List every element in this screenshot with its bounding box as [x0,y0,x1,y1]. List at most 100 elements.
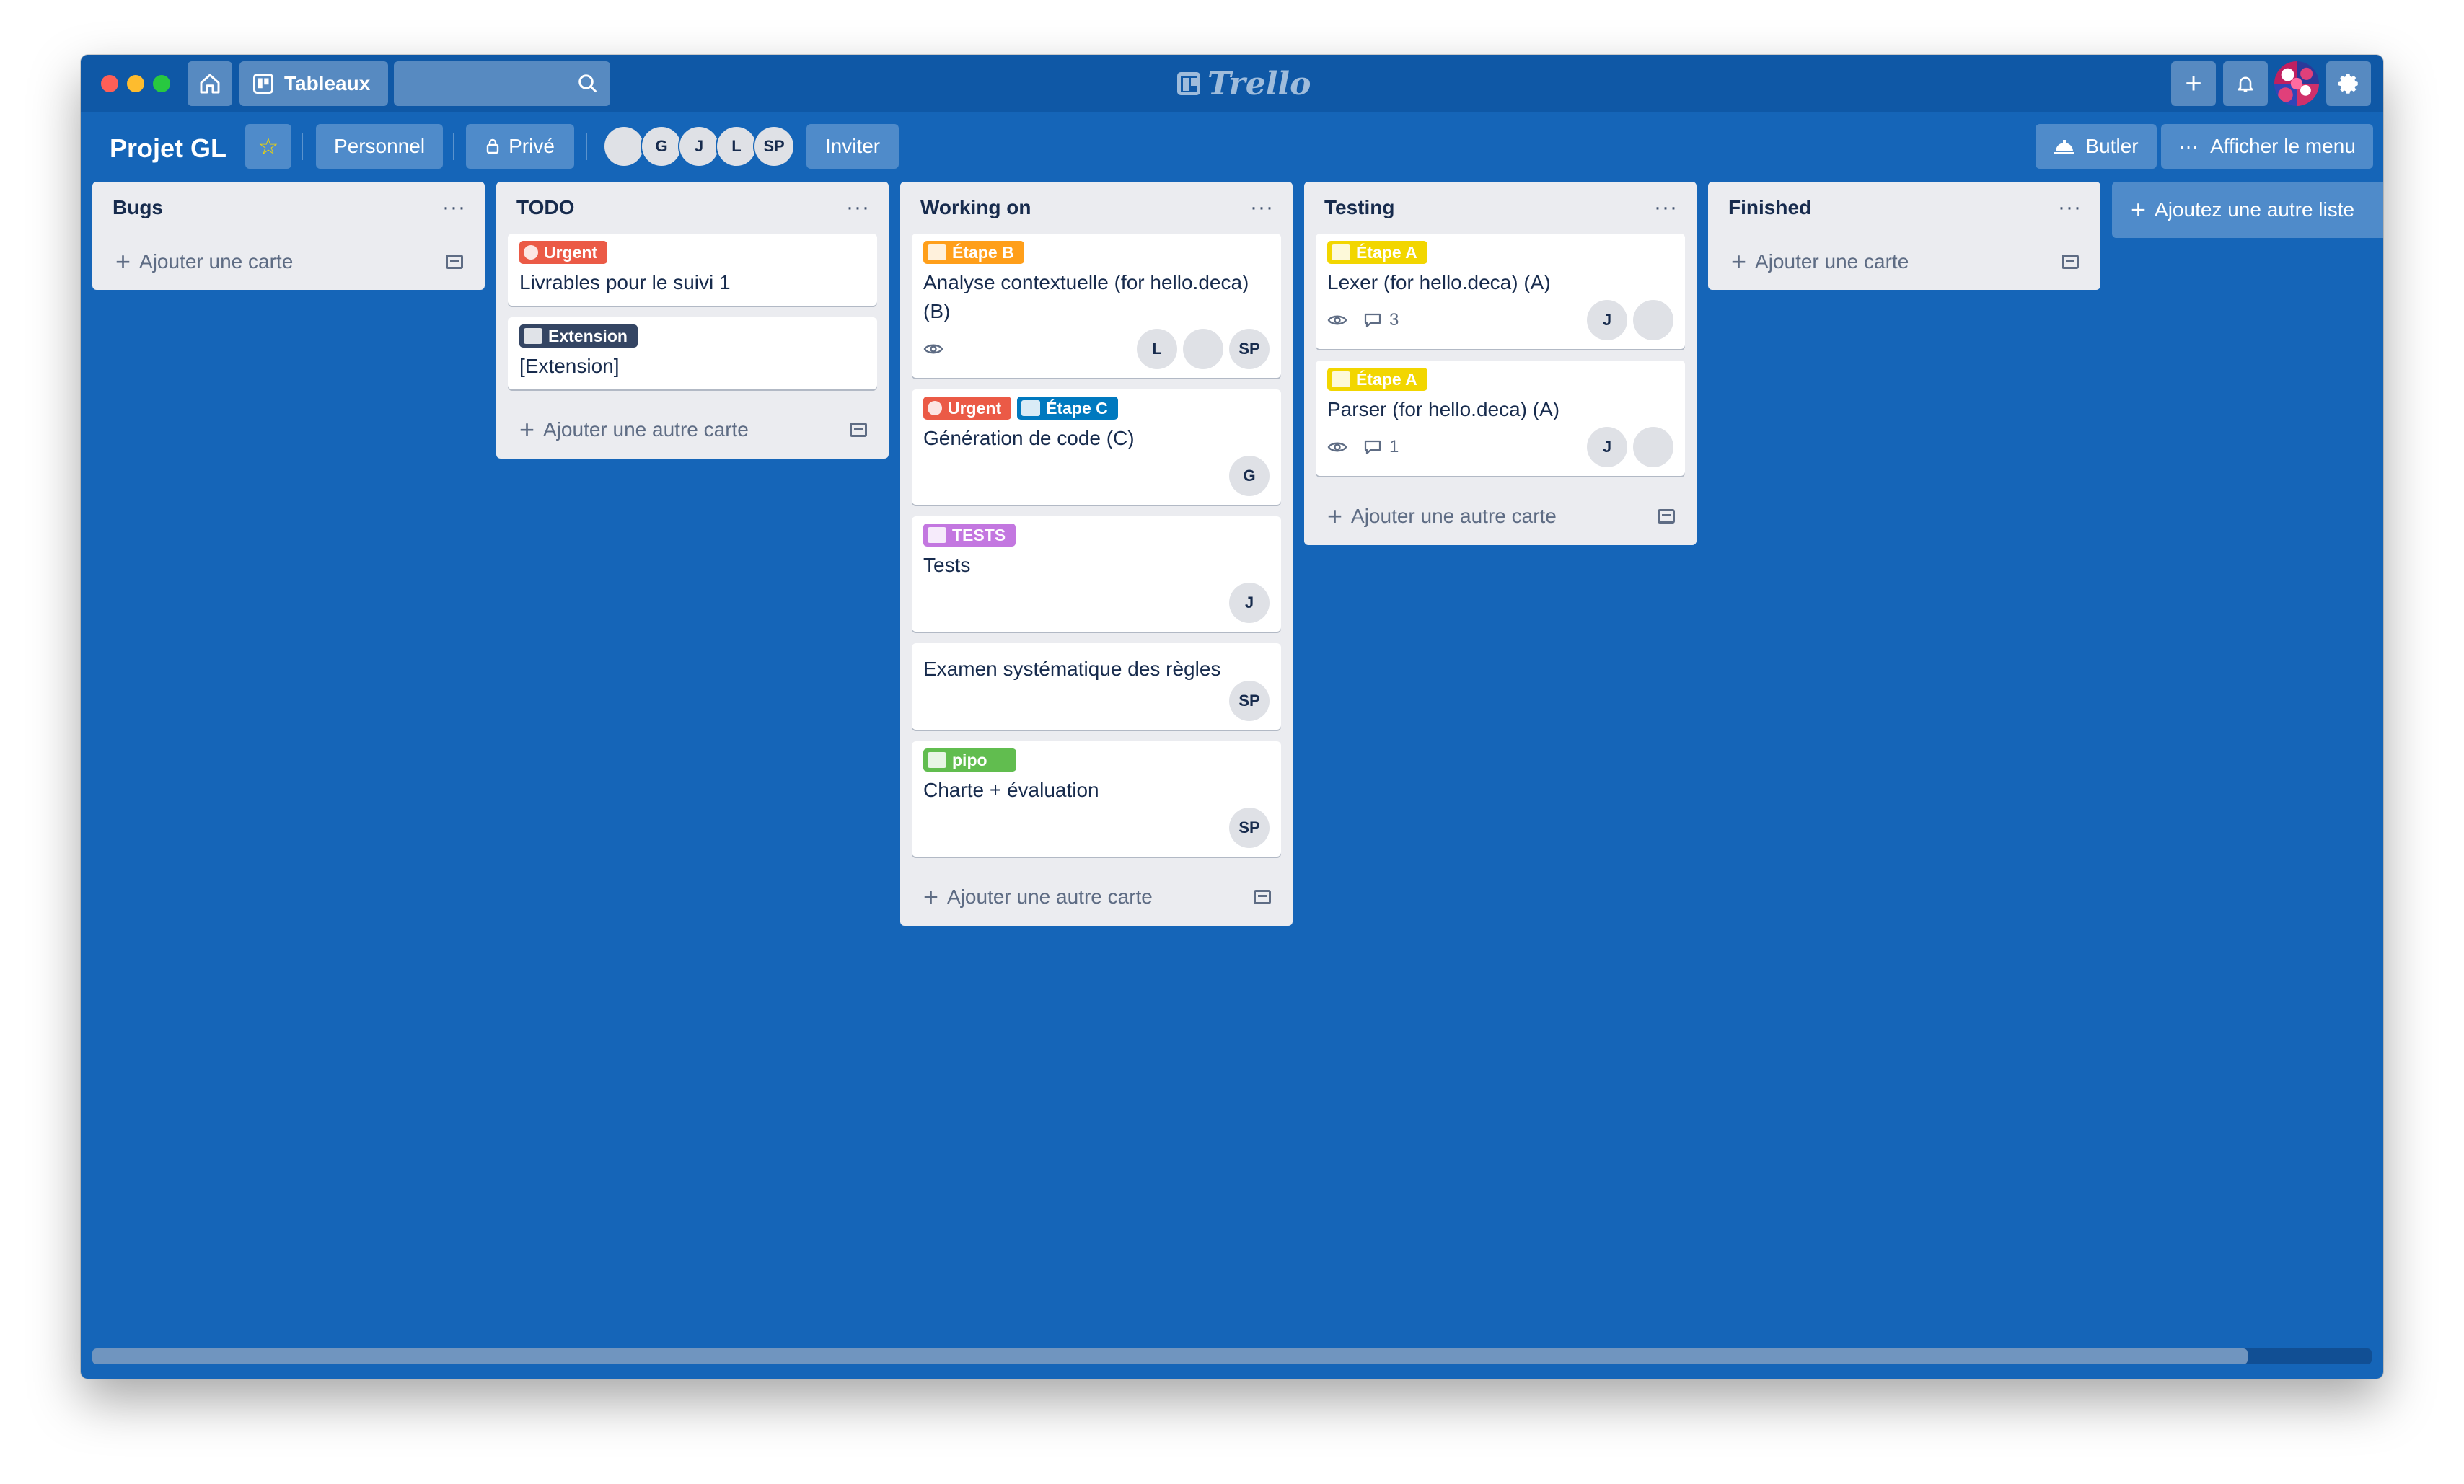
trello-logo[interactable]: Trello [1177,65,1311,102]
list-finished: Finished ··· + Ajouter une carte [1708,182,2100,290]
card[interactable]: Étape B Analyse contextuelle (for hello.… [912,234,1281,378]
bell-icon [2238,76,2253,92]
card-template-icon[interactable] [2062,255,2079,269]
card-title: Analyse contextuelle (for hello.deca) (B… [923,271,1249,322]
card[interactable]: TESTS Tests J [912,516,1281,632]
star-board-button[interactable]: ☆ [245,124,291,169]
board-member-g[interactable]: G [641,125,682,167]
card-member-sp[interactable]: SP [1229,329,1270,369]
list-title[interactable]: Testing [1324,196,1394,219]
user-avatar[interactable] [2274,61,2319,106]
card-title: Examen systématique des règles [923,658,1221,680]
card-member-g[interactable]: G [1229,456,1270,496]
add-card-button[interactable]: + Ajouter une autre carte [1316,487,1685,545]
add-card-label: Ajouter une carte [139,250,294,273]
label-pattern-icon [1332,244,1350,260]
more-icon: ··· [2178,135,2199,157]
butler-button[interactable]: Butler [2036,124,2157,169]
list-menu-button[interactable]: ··· [846,195,870,220]
label-etape-b[interactable]: Étape B [923,241,1024,264]
settings-icon [2338,74,2358,94]
label-text: Extension [548,326,628,345]
card-member-avatar[interactable] [1183,329,1223,369]
card-member-avatar[interactable] [1633,427,1673,467]
show-menu-button[interactable]: ··· Afficher le menu [2161,124,2373,169]
list-menu-button[interactable]: ··· [2058,195,2082,220]
label-text: Étape B [952,242,1014,262]
label-tests[interactable]: TESTS [923,524,1016,547]
card-title: Lexer (for hello.deca) (A) [1327,271,1551,293]
card-member-j[interactable]: J [1587,427,1627,467]
list-menu-button[interactable]: ··· [1654,195,1678,220]
comment-count: 3 [1389,310,1399,330]
visibility-button[interactable]: Privé [466,124,574,169]
board-member-sp[interactable]: SP [753,125,795,167]
card-member-avatar[interactable] [1633,300,1673,340]
plus-icon: + [519,415,535,444]
board-member-j[interactable]: J [678,125,720,167]
card-member-j[interactable]: J [1587,300,1627,340]
minimize-window-button[interactable] [127,75,144,92]
board-title[interactable]: Projet GL [110,130,226,167]
label-pipo[interactable]: pipo [923,748,1016,772]
card-template-icon[interactable] [446,255,463,269]
card-member-l[interactable]: L [1137,329,1177,369]
add-list-button[interactable]: + Ajoutez une autre liste [2112,182,2383,238]
list-menu-button[interactable]: ··· [1250,195,1274,220]
card[interactable]: pipo Charte + évaluation SP [912,741,1281,857]
butler-bell-icon [2054,140,2075,154]
label-urgent[interactable]: Urgent [519,241,608,264]
label-text: TESTS [952,525,1006,544]
scrollbar-thumb[interactable] [92,1348,2248,1364]
search-input[interactable] [394,61,610,106]
horizontal-scrollbar[interactable] [92,1348,2372,1364]
settings-button[interactable] [2326,61,2371,106]
create-button[interactable]: + [2171,61,2216,106]
label-etape-a[interactable]: Étape A [1327,241,1427,264]
card[interactable]: Examen systématique des règles SP [912,643,1281,730]
add-card-button[interactable]: + Ajouter une autre carte [508,401,877,459]
card-member-sp[interactable]: SP [1229,808,1270,848]
label-etape-a[interactable]: Étape A [1327,368,1427,391]
list-menu-button[interactable]: ··· [442,195,466,220]
card-member-j[interactable]: J [1229,583,1270,623]
add-card-button[interactable]: + Ajouter une autre carte [912,868,1281,926]
card[interactable]: Étape A Lexer (for hello.deca) (A) 3 J [1316,234,1685,349]
notifications-button[interactable] [2223,61,2268,106]
label-extension[interactable]: Extension [519,324,638,348]
board-member-l[interactable]: L [716,125,757,167]
plus-icon: + [1327,501,1343,531]
card-members: L SP [1137,329,1270,369]
list-title[interactable]: Bugs [113,196,163,219]
add-card-button[interactable]: + Ajouter une carte [104,234,473,290]
board-icon [253,74,273,94]
label-text: Étape C [1046,398,1108,418]
card[interactable]: Étape A Parser (for hello.deca) (A) 1 J [1316,361,1685,476]
card[interactable]: Urgent Livrables pour le suivi 1 [508,234,877,306]
add-card-button[interactable]: + Ajouter une carte [1720,234,2089,290]
list-title[interactable]: Working on [920,196,1031,219]
add-card-label: Ajouter une autre carte [1351,505,1557,527]
team-button[interactable]: Personnel [316,124,443,169]
card[interactable]: Extension [Extension] [508,317,877,389]
card-template-icon[interactable] [1658,509,1675,524]
board-member-avatar[interactable] [603,125,645,167]
boards-button[interactable]: Tableaux [239,61,388,106]
home-button[interactable] [188,61,232,106]
card-member-sp[interactable]: SP [1229,681,1270,721]
label-etape-c[interactable]: Étape C [1017,397,1118,420]
card-footer: G [923,456,1270,496]
label-text: Urgent [948,398,1002,418]
invite-button[interactable]: Inviter [806,124,899,169]
close-window-button[interactable] [101,75,118,92]
card-template-icon[interactable] [1254,890,1271,904]
maximize-window-button[interactable] [153,75,170,92]
label-urgent[interactable]: Urgent [923,397,1012,420]
list-title[interactable]: Finished [1728,196,1811,219]
list-title[interactable]: TODO [516,196,574,219]
label-pattern-icon [928,752,946,768]
card-template-icon[interactable] [850,423,867,437]
card-badges: 1 [1327,437,1399,457]
card-footer: L SP [923,329,1270,369]
card[interactable]: Urgent Étape C Génération de code (C) G [912,389,1281,505]
